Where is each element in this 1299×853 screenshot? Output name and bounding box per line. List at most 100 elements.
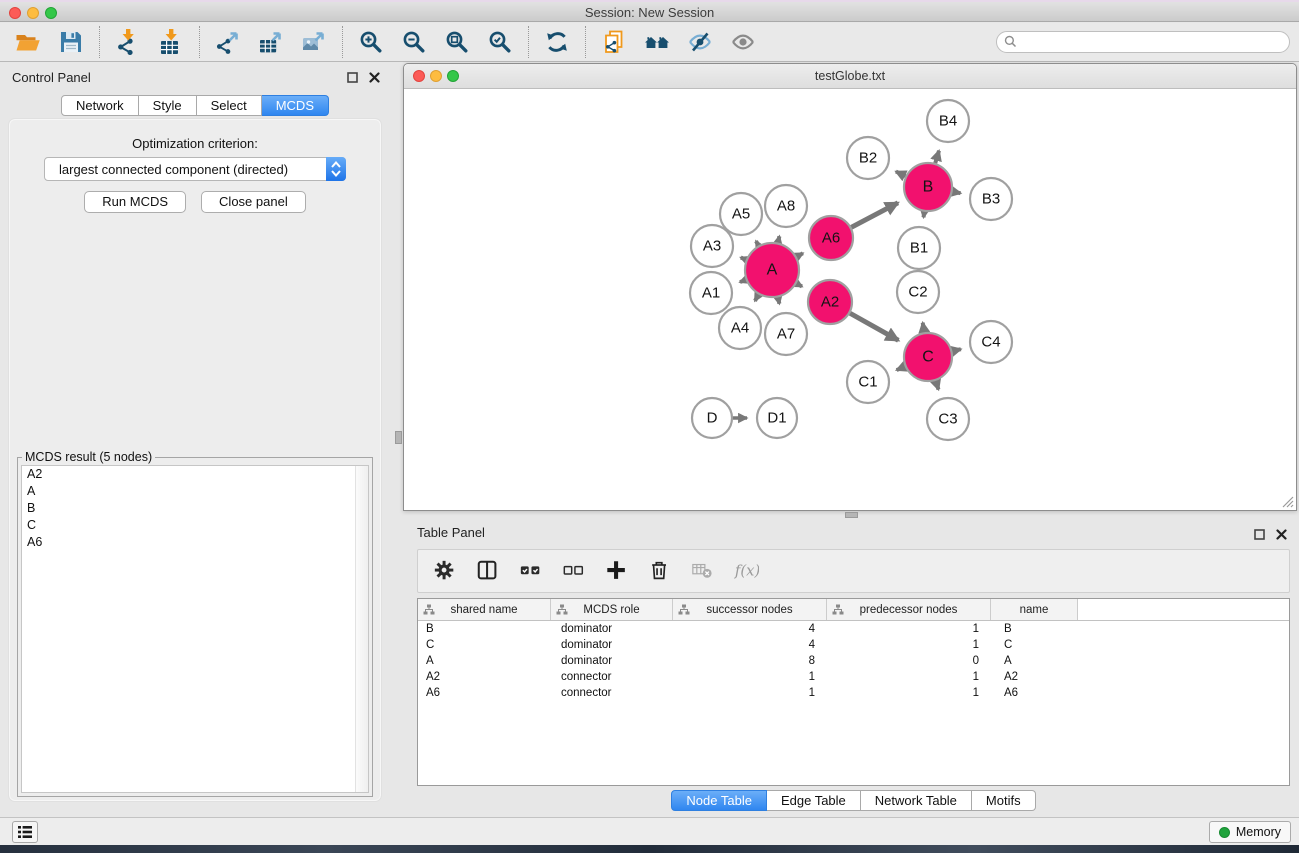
result-list-item[interactable]: A6 [22, 534, 368, 551]
table-cell[interactable]: 1 [827, 621, 991, 637]
vertical-splitter-handle[interactable] [395, 431, 402, 444]
edge-B-B4[interactable] [935, 151, 939, 163]
node-table[interactable]: shared name MCDS role successor nodes pr… [417, 598, 1290, 786]
table-cell[interactable]: connector [551, 685, 673, 701]
edge-B-B2[interactable] [896, 171, 906, 176]
table-cell[interactable]: A6 [418, 685, 551, 701]
optimization-criterion-select[interactable]: largest connected component (directed) [44, 157, 346, 181]
import-table-button[interactable] [157, 27, 185, 57]
table-cell[interactable]: A2 [418, 669, 551, 685]
column-header-MCDS-role[interactable]: MCDS role [551, 599, 673, 620]
edge-A-A2[interactable] [797, 284, 802, 287]
show-columns-button[interactable] [475, 558, 501, 584]
close-panel-button[interactable]: Close panel [201, 191, 306, 213]
table-cell[interactable]: 0 [827, 653, 991, 669]
edge-A-A7[interactable] [778, 297, 779, 303]
graph-node-B1[interactable]: B1 [898, 227, 940, 269]
table-row[interactable]: Adominator80A [418, 653, 1289, 669]
tab-mcds[interactable]: MCDS [262, 95, 329, 116]
graph-node-A7[interactable]: A7 [765, 313, 807, 355]
table-cell[interactable]: 4 [673, 637, 827, 653]
graph-node-B[interactable]: B [904, 163, 952, 211]
graph-node-A8[interactable]: A8 [765, 185, 807, 227]
float-table-panel-icon[interactable] [1254, 529, 1265, 540]
select-all-button[interactable] [518, 558, 544, 584]
import-network-button[interactable] [114, 27, 142, 57]
table-cell[interactable]: 1 [827, 637, 991, 653]
horizontal-splitter-handle[interactable] [845, 512, 858, 518]
table-cell[interactable]: dominator [551, 637, 673, 653]
column-header-predecessor-nodes[interactable]: predecessor nodes [827, 599, 991, 620]
table-cell[interactable]: B [991, 621, 1078, 637]
graph-node-B2[interactable]: B2 [847, 137, 889, 179]
graph-node-D[interactable]: D [692, 398, 732, 438]
result-list-item[interactable]: A [22, 483, 368, 500]
table-cell[interactable]: A [418, 653, 551, 669]
table-cell[interactable]: C [991, 637, 1078, 653]
table-cell[interactable]: connector [551, 669, 673, 685]
graph-node-A6[interactable]: A6 [809, 216, 853, 260]
edge-B-B3[interactable] [953, 192, 961, 194]
edge-A-A5[interactable] [756, 241, 758, 245]
graph-node-B3[interactable]: B3 [970, 178, 1012, 220]
table-cell[interactable]: 1 [827, 669, 991, 685]
table-cell[interactable]: dominator [551, 653, 673, 669]
table-cell[interactable]: A6 [991, 685, 1078, 701]
tab-network-table[interactable]: Network Table [861, 790, 972, 811]
table-cell[interactable]: dominator [551, 621, 673, 637]
column-header-shared-name[interactable]: shared name [418, 599, 551, 620]
graph-node-C2[interactable]: C2 [897, 271, 939, 313]
apply-layout-button[interactable] [543, 27, 571, 57]
graph-node-A3[interactable]: A3 [691, 225, 733, 267]
graph-node-A4[interactable]: A4 [719, 307, 761, 349]
export-table-button[interactable] [257, 27, 285, 57]
window-resize-grip[interactable] [1281, 495, 1294, 508]
graph-node-A5[interactable]: A5 [720, 193, 762, 235]
memory-button[interactable]: Memory [1209, 821, 1291, 843]
graph-node-C3[interactable]: C3 [927, 398, 969, 440]
column-header-name[interactable]: name [991, 599, 1078, 620]
graph-node-C[interactable]: C [904, 333, 952, 381]
edge-C-C3[interactable] [936, 381, 939, 390]
edge-A-A4[interactable] [755, 295, 758, 301]
table-cell[interactable]: 1 [673, 685, 827, 701]
table-cell[interactable]: 4 [673, 621, 827, 637]
close-panel-icon[interactable] [369, 72, 380, 83]
graph-node-C1[interactable]: C1 [847, 361, 889, 403]
table-cell[interactable]: C [418, 637, 551, 653]
result-list-item[interactable]: A2 [22, 466, 368, 483]
edge-B-B1[interactable] [924, 212, 925, 218]
tab-network[interactable]: Network [61, 95, 139, 116]
show-graphics-details-button[interactable] [729, 27, 757, 57]
create-column-button[interactable] [604, 558, 630, 584]
edge-C-C2[interactable] [923, 323, 924, 333]
graph-node-A1[interactable]: A1 [690, 272, 732, 314]
save-session-button[interactable] [57, 27, 85, 57]
graph-node-A2[interactable]: A2 [808, 280, 852, 324]
edge-A-A6[interactable] [797, 253, 803, 256]
run-mcds-button[interactable]: Run MCDS [84, 191, 186, 213]
mcds-result-list[interactable]: A2ABCA6 [21, 465, 369, 793]
hide-graphics-details-button[interactable] [686, 27, 714, 57]
table-row[interactable]: A2connector11A2 [418, 669, 1289, 685]
table-cell[interactable]: A [991, 653, 1078, 669]
result-list-item[interactable]: C [22, 517, 368, 534]
table-cell[interactable]: A2 [991, 669, 1078, 685]
deselect-all-button[interactable] [561, 558, 587, 584]
zoom-out-button[interactable] [400, 27, 428, 57]
table-cell[interactable]: 8 [673, 653, 827, 669]
network-window-titlebar[interactable]: testGlobe.txt [404, 64, 1296, 89]
delete-column-button[interactable] [647, 558, 673, 584]
tab-motifs[interactable]: Motifs [972, 790, 1036, 811]
task-history-button[interactable] [12, 821, 38, 843]
result-list-item[interactable]: B [22, 500, 368, 517]
export-image-button[interactable] [300, 27, 328, 57]
table-row[interactable]: Bdominator41B [418, 621, 1289, 637]
graph-node-B4[interactable]: B4 [927, 100, 969, 142]
tab-style[interactable]: Style [139, 95, 197, 116]
column-header-successor-nodes[interactable]: successor nodes [673, 599, 827, 620]
float-panel-icon[interactable] [347, 72, 358, 83]
edge-A6-B[interactable] [851, 203, 898, 227]
table-row[interactable]: Cdominator41C [418, 637, 1289, 653]
graph-node-C4[interactable]: C4 [970, 321, 1012, 363]
